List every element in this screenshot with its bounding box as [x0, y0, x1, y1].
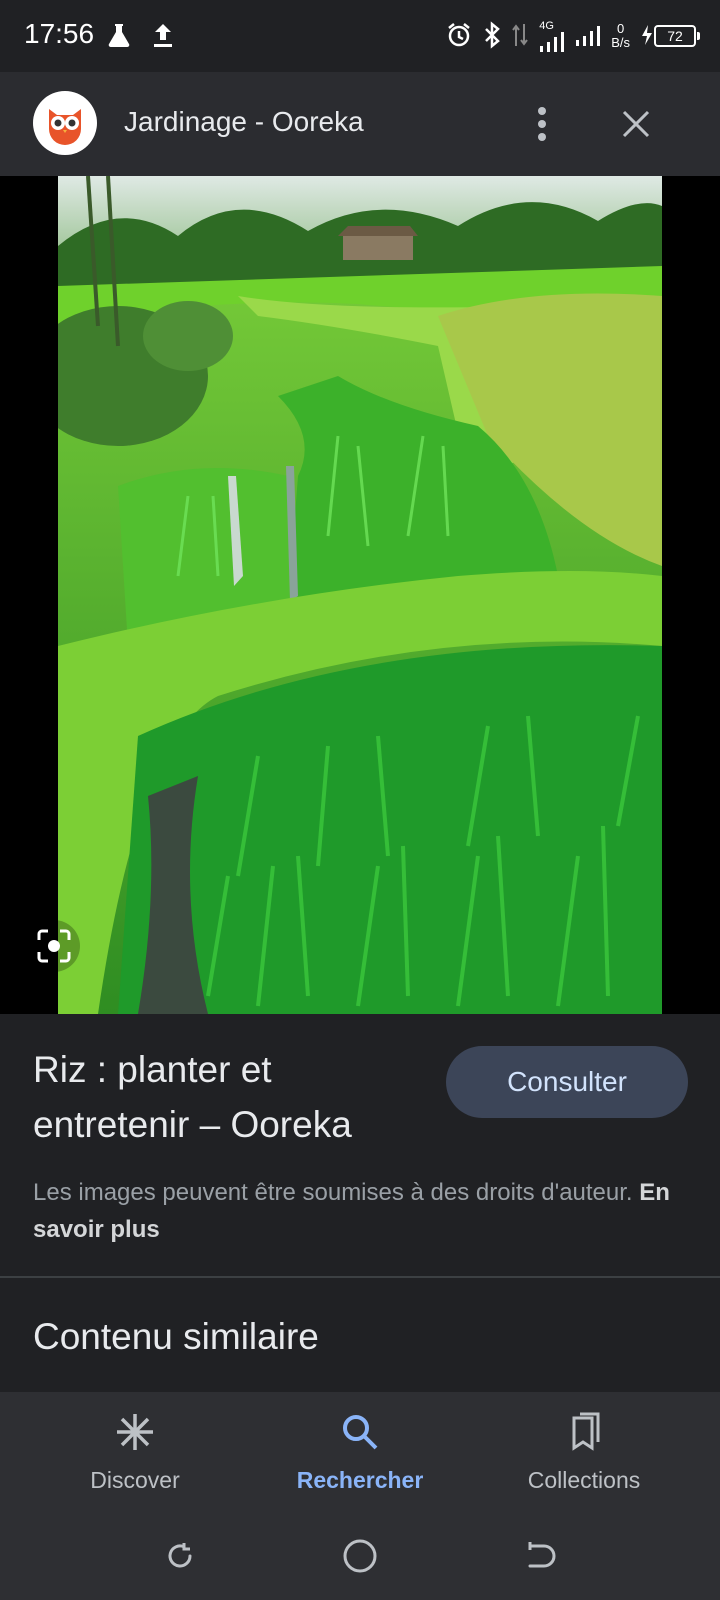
status-bar: 17:56 4G 0 B/s 72: [0, 0, 720, 72]
ooreka-owl-logo[interactable]: [33, 91, 97, 155]
flask-icon: [106, 22, 132, 53]
divider: [0, 1276, 720, 1278]
more-vert-icon[interactable]: [522, 102, 562, 146]
status-time: 17:56: [24, 18, 95, 49]
search-icon: [340, 1412, 380, 1457]
nav-search[interactable]: Rechercher: [260, 1412, 460, 1494]
bottom-navigation: Discover Rechercher Collections: [0, 1392, 720, 1512]
bluetooth-icon: [483, 20, 501, 52]
nav-discover[interactable]: Discover: [35, 1412, 235, 1494]
page-title: Jardinage - Ooreka: [124, 106, 364, 137]
alarm-icon: [445, 21, 473, 52]
recents-icon[interactable]: [158, 1534, 202, 1578]
nav-search-label: Rechercher: [296, 1467, 424, 1493]
network-type: 4G: [539, 19, 554, 32]
back-icon[interactable]: [518, 1534, 562, 1578]
result-title[interactable]: Riz : planter et entretenir – Ooreka: [33, 1042, 423, 1152]
signal-icon: [539, 31, 565, 53]
charging-icon: [640, 24, 654, 49]
battery-icon: 72: [654, 25, 700, 47]
nav-collections[interactable]: Collections: [484, 1412, 684, 1494]
asterisk-icon: [115, 1412, 155, 1457]
home-icon[interactable]: [338, 1534, 382, 1578]
system-navigation: [0, 1512, 720, 1600]
close-icon[interactable]: [614, 102, 658, 146]
data-arrows-icon: [511, 22, 529, 51]
rice-terrace-photo[interactable]: [58, 176, 662, 1014]
visit-button[interactable]: Consulter: [446, 1046, 688, 1118]
viewer-header: Jardinage - Ooreka: [0, 72, 720, 176]
nav-discover-label: Discover: [90, 1467, 180, 1493]
nav-collections-label: Collections: [527, 1467, 641, 1493]
image-viewer: [0, 176, 720, 1014]
upload-icon: [152, 22, 174, 53]
net-speed: 0 B/s: [611, 21, 630, 50]
result-info: Riz : planter et entretenir – Ooreka Con…: [0, 1014, 720, 1276]
lens-icon[interactable]: [28, 920, 80, 972]
collections-icon: [564, 1412, 604, 1457]
signal-icon-2: [575, 24, 601, 49]
similar-content-heading: Contenu similaire: [33, 1316, 319, 1357]
copyright-notice: Les images peuvent être soumises à des d…: [33, 1179, 670, 1243]
